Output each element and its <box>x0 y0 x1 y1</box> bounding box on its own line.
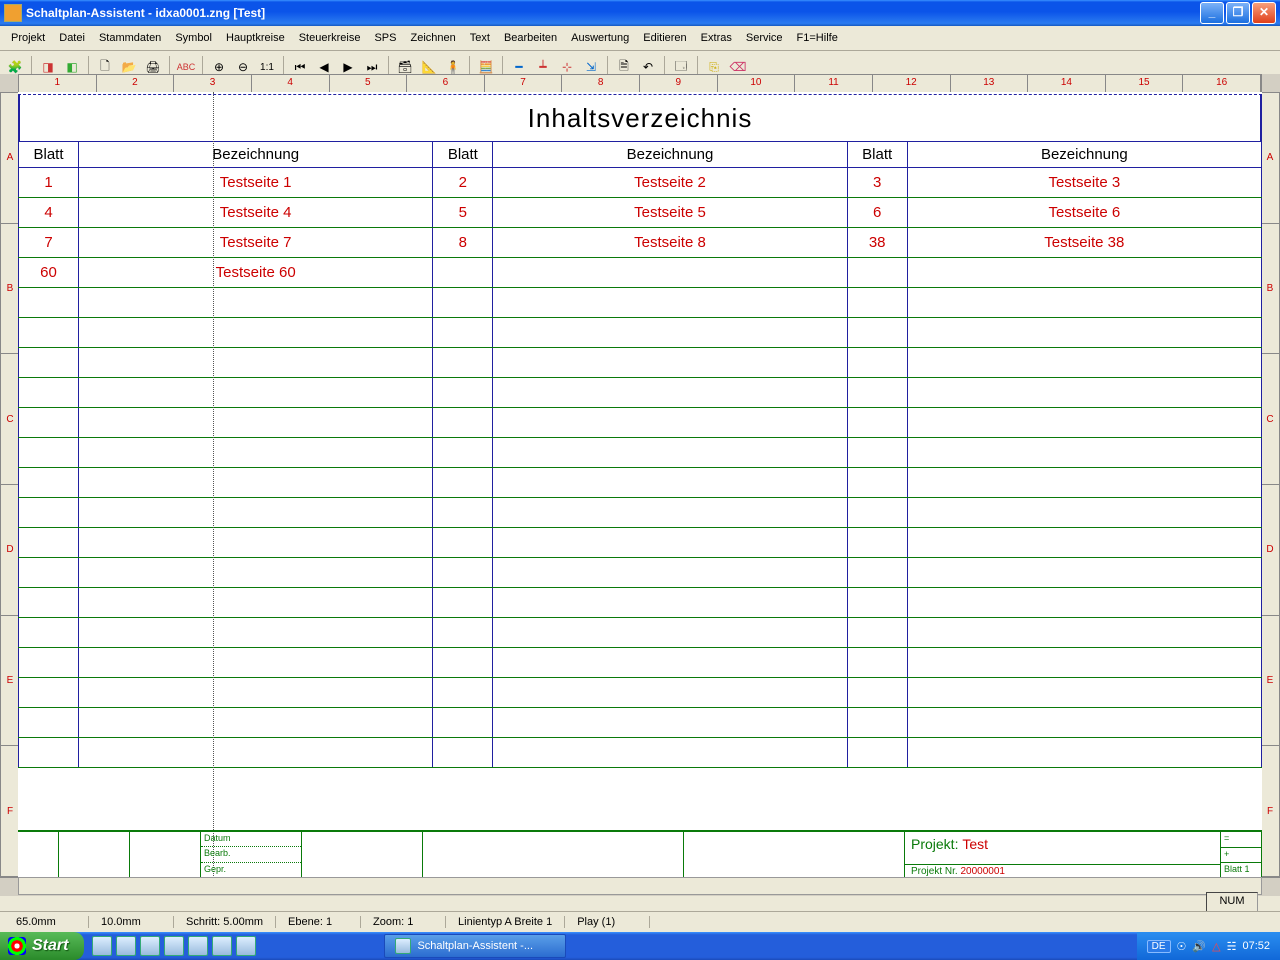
status-play: Play (1) <box>565 916 650 928</box>
windows-logo-icon <box>8 937 26 955</box>
taskbar-app-button[interactable]: Schaltplan-Assistent -... <box>384 934 566 958</box>
table-row <box>19 318 1262 348</box>
tray-clock[interactable]: 07:52 <box>1242 940 1270 952</box>
proj-label: Projekt: <box>911 836 958 852</box>
blatt-label: Blatt 1 <box>1221 863 1261 878</box>
table-row <box>19 438 1262 468</box>
table-row <box>19 738 1262 768</box>
table-row <box>19 498 1262 528</box>
table-row <box>19 588 1262 618</box>
tray-icon-1[interactable]: ☉ <box>1177 940 1187 953</box>
ql-outlook-icon[interactable] <box>140 936 160 956</box>
ruler-vertical-right: ABCDEF <box>1260 92 1280 878</box>
status-step: Schritt: 5.00mm <box>174 916 276 928</box>
status-x: 65.0mm <box>4 916 89 928</box>
ql-excel-icon[interactable] <box>188 936 208 956</box>
num-indicator: NUM <box>1206 892 1258 912</box>
menubar: ProjektDateiStammdatenSymbolHauptkreiseS… <box>0 26 1280 51</box>
table-row <box>19 468 1262 498</box>
ruler-vertical-left: ABCDEF <box>0 92 20 878</box>
drawing-canvas[interactable]: Inhaltsverzeichnis BlattBezeichnungBlatt… <box>18 92 1262 878</box>
ql-explorer-icon[interactable] <box>92 936 112 956</box>
scrollbar-horizontal[interactable] <box>18 877 1262 895</box>
status-layer: Ebene: 1 <box>276 916 361 928</box>
menu-auswertung[interactable]: Auswertung <box>564 30 636 46</box>
menu-service[interactable]: Service <box>739 30 790 46</box>
footer-gepr: Gepr. <box>201 863 301 878</box>
status-line: Linientyp A Breite 1 <box>446 916 565 928</box>
title-block: Datum Bearb. Gepr. Projekt: Test Projekt… <box>18 830 1262 878</box>
maximize-button[interactable]: ❐ <box>1226 2 1250 24</box>
table-row <box>19 348 1262 378</box>
menu-f1=hilfe[interactable]: F1=Hilfe <box>790 30 845 46</box>
menu-editieren[interactable]: Editieren <box>636 30 693 46</box>
table-row: 7Testseite 78Testseite 838Testseite 38 <box>19 228 1262 258</box>
footer-datum: Datum <box>201 832 301 847</box>
work-area: 12345678910111213141516 ABCDEF ABCDEF In… <box>0 74 1280 896</box>
systray: DE ☉ 🔊 △ ☵ 07:52 <box>1137 932 1280 960</box>
tray-net-icon[interactable]: ☵ <box>1227 940 1237 953</box>
proj-value: Test <box>962 836 988 852</box>
table-row <box>19 618 1262 648</box>
table-row <box>19 528 1262 558</box>
table-row: 60Testseite 60 <box>19 258 1262 288</box>
menu-datei[interactable]: Datei <box>52 30 92 46</box>
plus-label: + <box>1221 848 1261 864</box>
table-row <box>19 648 1262 678</box>
statusbar: 65.0mm 10.0mm Schritt: 5.00mm Ebene: 1 Z… <box>0 911 1280 932</box>
menu-steuerkreise[interactable]: Steuerkreise <box>292 30 368 46</box>
page-title: Inhaltsverzeichnis <box>18 94 1262 141</box>
projnr-label: Projekt Nr. <box>911 866 958 877</box>
tray-vol-icon[interactable]: 🔊 <box>1192 940 1206 953</box>
menu-extras[interactable]: Extras <box>694 30 739 46</box>
ql-ie-icon[interactable] <box>212 936 232 956</box>
menu-stammdaten[interactable]: Stammdaten <box>92 30 168 46</box>
titlebar: Schaltplan-Assistent - idxa0001.zng [Tes… <box>0 0 1280 26</box>
ql-wmp-icon[interactable] <box>164 936 184 956</box>
minimize-button[interactable]: _ <box>1200 2 1224 24</box>
toc-table: BlattBezeichnungBlattBezeichnungBlattBez… <box>18 141 1262 768</box>
taskbar: Start Schaltplan-Assistent -... DE ☉ 🔊 △… <box>0 932 1280 960</box>
eq-label: = <box>1221 832 1261 848</box>
table-row <box>19 408 1262 438</box>
status-zoom: Zoom: 1 <box>361 916 446 928</box>
table-row: 4Testseite 45Testseite 56Testseite 6 <box>19 198 1262 228</box>
table-row <box>19 288 1262 318</box>
menu-symbol[interactable]: Symbol <box>168 30 219 46</box>
menu-bearbeiten[interactable]: Bearbeiten <box>497 30 564 46</box>
close-button[interactable]: ✕ <box>1252 2 1276 24</box>
status-y: 10.0mm <box>89 916 174 928</box>
menu-sps[interactable]: SPS <box>367 30 403 46</box>
taskbtn-icon <box>395 938 411 954</box>
lang-indicator[interactable]: DE <box>1147 940 1171 953</box>
table-row <box>19 378 1262 408</box>
window-title: Schaltplan-Assistent - idxa0001.zng [Tes… <box>26 6 265 20</box>
menu-text[interactable]: Text <box>463 30 497 46</box>
footer-bearb: Bearb. <box>201 847 301 862</box>
table-row <box>19 678 1262 708</box>
menu-projekt[interactable]: Projekt <box>4 30 52 46</box>
table-row <box>19 708 1262 738</box>
taskbtn-label: Schaltplan-Assistent -... <box>417 940 533 952</box>
app-icon <box>4 4 22 22</box>
tray-av-icon[interactable]: △ <box>1212 940 1220 953</box>
quicklaunch <box>84 936 264 956</box>
ql-word-icon[interactable] <box>116 936 136 956</box>
menu-zeichnen[interactable]: Zeichnen <box>403 30 462 46</box>
start-button[interactable]: Start <box>0 932 84 960</box>
ql-app-icon[interactable] <box>236 936 256 956</box>
menu-hauptkreise[interactable]: Hauptkreise <box>219 30 292 46</box>
table-row: 1Testseite 12Testseite 23Testseite 3 <box>19 168 1262 198</box>
table-row <box>19 558 1262 588</box>
projnr-value: 20000001 <box>960 866 1005 877</box>
ruler-horizontal: 12345678910111213141516 <box>18 74 1262 94</box>
